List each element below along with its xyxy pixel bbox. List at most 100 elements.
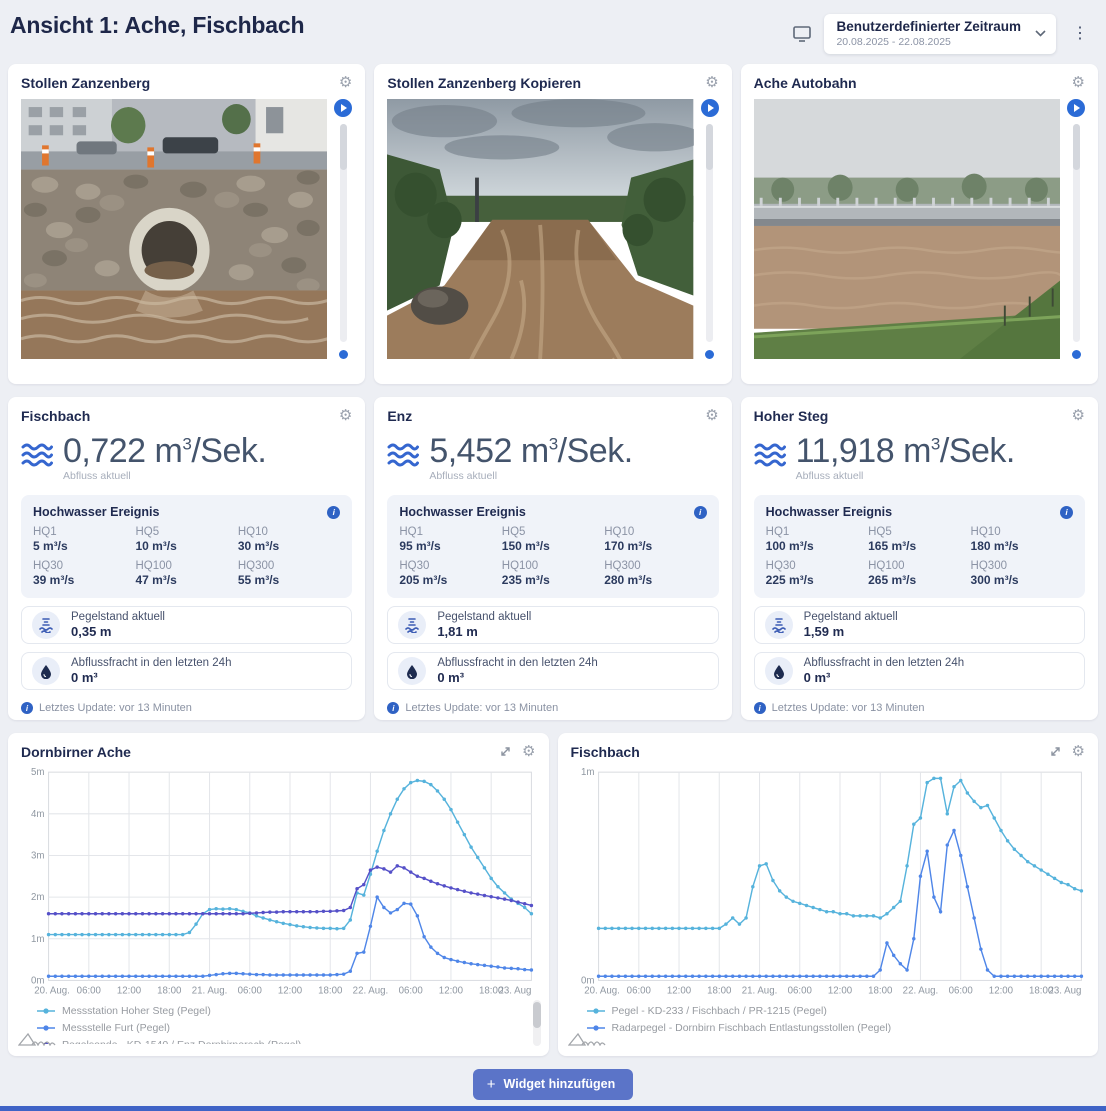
- flood-threshold: HQ10170 m³/s: [604, 526, 706, 553]
- widget-title: Fischbach: [21, 408, 90, 424]
- line-chart[interactable]: 0m1m2m3m4m5m20. Aug.06:0012:0018:0021. A…: [21, 764, 536, 1001]
- camera-scrollbar[interactable]: [706, 124, 713, 342]
- flow-value: 11,918 m3/Sek.: [796, 434, 1015, 470]
- svg-text:06:00: 06:00: [399, 985, 424, 996]
- gear-icon[interactable]: ⚙: [1072, 408, 1085, 423]
- flood-threshold: HQ100265 m³/s: [868, 560, 970, 587]
- svg-text:1m: 1m: [31, 933, 44, 944]
- info-icon[interactable]: i: [694, 506, 707, 519]
- play-icon[interactable]: [334, 99, 352, 117]
- legend-label: Pegel - KD-233 / Fischbach / PR-1215 (Pe…: [612, 1005, 827, 1017]
- flood-threshold-grid: HQ1100 m³/sHQ5165 m³/sHQ10180 m³/sHQ3022…: [766, 526, 1073, 587]
- info-icon[interactable]: i: [327, 506, 340, 519]
- footer-bar: [0, 1106, 1106, 1111]
- svg-text:12:00: 12:00: [988, 985, 1013, 996]
- play-icon[interactable]: [701, 99, 719, 117]
- gauge-level-row: Pegelstand aktuell 0,35 m: [21, 606, 352, 644]
- flood-threshold: HQ1100 m³/s: [766, 526, 868, 553]
- camera-rail: [1067, 99, 1085, 359]
- gear-icon[interactable]: ⚙: [705, 408, 718, 423]
- flow-widget-hoher-steg: Hoher Steg ⚙ 11,918 m3/Sek. Abfluss aktu…: [741, 397, 1098, 720]
- water-drop-icon: [765, 657, 793, 685]
- info-icon: i: [754, 702, 766, 714]
- waves-icon: [387, 442, 419, 473]
- gauge-level-row: Pegelstand aktuell 1,81 m: [387, 606, 718, 644]
- widget-title: Fischbach: [571, 744, 640, 760]
- flood-threshold: HQ10180 m³/s: [971, 526, 1073, 553]
- svg-text:12:00: 12:00: [278, 985, 303, 996]
- camera-scrollbar[interactable]: [340, 124, 347, 342]
- chart-legend: Pegel - KD-233 / Fischbach / PR-1215 (Pe…: [587, 1002, 1086, 1043]
- legend-item[interactable]: Radarpegel - Dornbirn Fischbach Entlastu…: [587, 1019, 1086, 1036]
- gear-icon[interactable]: ⚙: [522, 744, 535, 759]
- monitor-icon[interactable]: [792, 25, 812, 43]
- legend-item[interactable]: Messstelle Furt (Pegel): [37, 1019, 536, 1036]
- gear-icon[interactable]: ⚙: [1072, 75, 1085, 90]
- waves-icon: [754, 442, 786, 473]
- flood-threshold-grid: HQ15 m³/sHQ510 m³/sHQ1030 m³/sHQ3039 m³/…: [33, 526, 340, 587]
- svg-text:4m: 4m: [31, 808, 44, 819]
- waves-icon: [21, 442, 53, 473]
- last-update-row: i Letztes Update: vor 13 Minuten: [21, 690, 352, 714]
- flood-threshold: HQ100235 m³/s: [502, 560, 604, 587]
- time-range-value: 20.08.2025 - 22.08.2025: [836, 36, 1021, 48]
- gauge-value: 0,35 m: [71, 624, 165, 639]
- camera-status-dot[interactable]: [1072, 350, 1081, 359]
- info-icon[interactable]: i: [1060, 506, 1073, 519]
- add-widget-label: Widget hinzufügen: [504, 1077, 616, 1091]
- camera-image[interactable]: [387, 99, 693, 359]
- last-update-text: Letztes Update: vor 13 Minuten: [39, 702, 192, 714]
- info-icon: i: [21, 702, 33, 714]
- camera-status-dot[interactable]: [705, 350, 714, 359]
- add-widget-bar: + Widget hinzufügen: [0, 1069, 1106, 1100]
- gear-icon[interactable]: ⚙: [705, 75, 718, 90]
- svg-text:12:00: 12:00: [117, 985, 142, 996]
- camera-rail: [701, 99, 719, 359]
- gauge-level-row: Pegelstand aktuell 1,59 m: [754, 606, 1085, 644]
- widget-title: Dornbirner Ache: [21, 744, 131, 760]
- camera-scrollbar[interactable]: [1073, 124, 1080, 342]
- legend-item[interactable]: Messstation Hoher Steg (Pegel): [37, 1002, 536, 1019]
- gauge-label: Pegelstand aktuell: [437, 611, 531, 623]
- svg-text:22. Aug.: 22. Aug.: [353, 985, 389, 996]
- gear-icon[interactable]: ⚙: [339, 408, 352, 423]
- discharge-load-row: Abflussfracht in den letzten 24h 0 m³: [21, 652, 352, 690]
- svg-text:5m: 5m: [31, 767, 44, 778]
- load-label: Abflussfracht in den letzten 24h: [437, 657, 597, 669]
- chart-widget-dornbirner-ache: Dornbirner Ache ⚙ 0m1m2m3m4m5m20. Aug.06…: [8, 733, 549, 1056]
- svg-text:20. Aug.: 20. Aug.: [584, 985, 620, 996]
- kebab-menu-icon[interactable]: ⋮: [1068, 24, 1092, 44]
- camera-image[interactable]: [754, 99, 1060, 359]
- flow-row: Fischbach ⚙ 0,722 m3/Sek. Abfluss aktuel…: [8, 397, 1098, 720]
- gear-icon[interactable]: ⚙: [1072, 744, 1085, 759]
- add-widget-button[interactable]: + Widget hinzufügen: [473, 1069, 633, 1100]
- gauge-icon: [32, 611, 60, 639]
- camera-widget-ache-autobahn: Ache Autobahn ⚙: [741, 64, 1098, 384]
- svg-text:18:00: 18:00: [318, 985, 343, 996]
- flood-threshold: HQ30055 m³/s: [238, 560, 340, 587]
- legend-item[interactable]: Pegel - KD-233 / Fischbach / PR-1215 (Pe…: [587, 1002, 1086, 1019]
- camera-status-dot[interactable]: [339, 350, 348, 359]
- gauge-value: 1,81 m: [437, 624, 531, 639]
- header-controls: Benutzerdefinierter Zeitraum 20.08.2025 …: [792, 14, 1092, 54]
- flood-threshold: HQ3039 m³/s: [33, 560, 135, 587]
- flood-threshold: HQ1030 m³/s: [238, 526, 340, 553]
- legend-item[interactable]: Pegelsonde - KD-1540 / Enz Dornbirnerach…: [37, 1036, 536, 1043]
- time-range-select[interactable]: Benutzerdefinierter Zeitraum 20.08.2025 …: [824, 14, 1056, 54]
- gear-icon[interactable]: ⚙: [339, 75, 352, 90]
- legend-label: Messstelle Furt (Pegel): [62, 1022, 170, 1034]
- flood-event-box: Hochwasser Ereignis i HQ195 m³/sHQ5150 m…: [387, 495, 718, 598]
- expand-icon[interactable]: [1049, 745, 1062, 758]
- flood-threshold: HQ30205 m³/s: [399, 560, 501, 587]
- camera-image[interactable]: [21, 99, 327, 359]
- discharge-load-row: Abflussfracht in den letzten 24h 0 m³: [387, 652, 718, 690]
- time-range-label: Benutzerdefinierter Zeitraum: [836, 19, 1021, 35]
- play-icon[interactable]: [1067, 99, 1085, 117]
- flow-value: 5,452 m3/Sek.: [429, 434, 632, 470]
- svg-text:18:00: 18:00: [157, 985, 182, 996]
- expand-icon[interactable]: [499, 745, 512, 758]
- svg-text:2m: 2m: [31, 892, 44, 903]
- line-chart[interactable]: 0m1m20. Aug.06:0012:0018:0021. Aug.06:00…: [571, 764, 1086, 1001]
- legend-scrollbar[interactable]: [533, 1000, 541, 1046]
- gauge-label: Pegelstand aktuell: [71, 611, 165, 623]
